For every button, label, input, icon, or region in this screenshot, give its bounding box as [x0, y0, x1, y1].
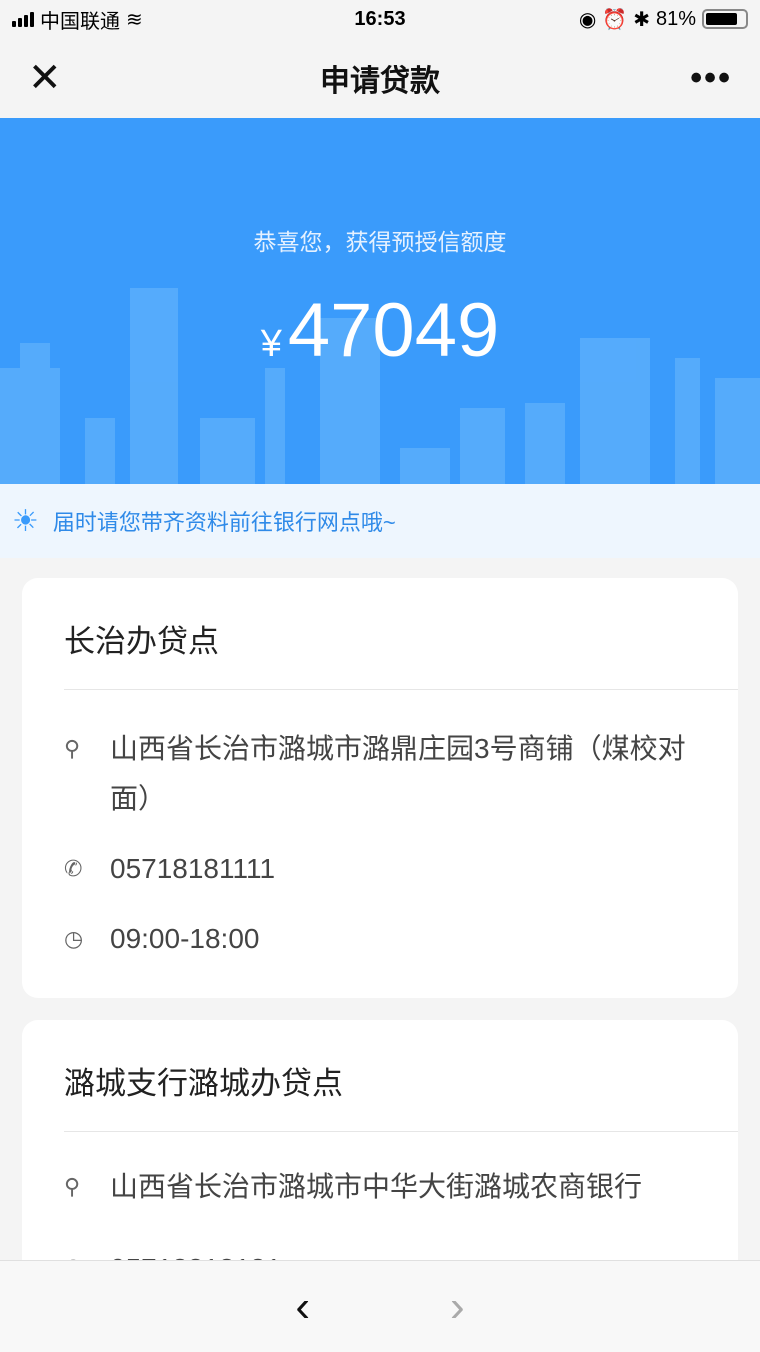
- location-icon: ⚲: [64, 1174, 81, 1199]
- browser-toolbar: ‹ ›: [0, 1260, 760, 1352]
- credit-amount: ¥ 47049: [0, 287, 760, 374]
- rotation-lock-icon: ◉: [578, 8, 597, 31]
- credit-subtitle: 恭喜您，获得预授信额度: [253, 229, 507, 255]
- nav-bar: ✕ 申请贷款 •••: [0, 38, 760, 118]
- forward-button[interactable]: ›: [450, 1282, 465, 1332]
- alarm-icon: ⏰: [602, 8, 628, 31]
- tip-text: 届时请您带齐资料前往银行网点哦~: [52, 510, 396, 535]
- carrier: 中国联通: [40, 10, 120, 33]
- branch-card[interactable]: 长治办贷点 ⚲ 山西省长治市潞城市潞鼎庄园3号商铺（煤校对面） ✆ 05718181…: [22, 578, 738, 998]
- branch-name: 长治办贷点: [64, 578, 738, 690]
- lightbulb-icon: ☀: [12, 504, 39, 538]
- status-bar: 中国联通 ≋ 16:53 ◉ ⏰ ✱ 81%: [0, 0, 760, 38]
- more-icon[interactable]: •••: [690, 59, 732, 98]
- branch-address: 山西省长治市潞城市中华大街潞城农商银行: [110, 1171, 643, 1202]
- currency-symbol: ¥: [260, 323, 282, 365]
- close-icon[interactable]: ✕: [28, 58, 62, 98]
- location-icon: ⚲: [64, 736, 81, 761]
- branch-name: 潞城支行潞城办贷点: [64, 1020, 738, 1132]
- clock-icon: ◷: [64, 926, 84, 951]
- branch-phone[interactable]: 05718181111: [110, 844, 275, 894]
- battery-icon: [702, 9, 748, 29]
- signal-icon: [12, 11, 34, 27]
- bluetooth-icon: ✱: [633, 8, 650, 31]
- amount-value: 47049: [287, 288, 500, 373]
- branch-address: 山西省长治市潞城市潞鼎庄园3号商铺（煤校对面）: [110, 733, 686, 814]
- phone-icon[interactable]: ✆: [64, 844, 110, 894]
- branch-hours: 09:00-18:00: [110, 923, 260, 954]
- page-title: 申请贷款: [320, 65, 440, 98]
- wifi-icon: ≋: [126, 8, 143, 31]
- back-button[interactable]: ‹: [295, 1282, 310, 1332]
- tip-banner: ☀ 届时请您带齐资料前往银行网点哦~: [0, 484, 760, 558]
- battery-percent: 81%: [655, 7, 696, 30]
- credit-banner: 恭喜您，获得预授信额度 ¥ 47049: [0, 118, 760, 484]
